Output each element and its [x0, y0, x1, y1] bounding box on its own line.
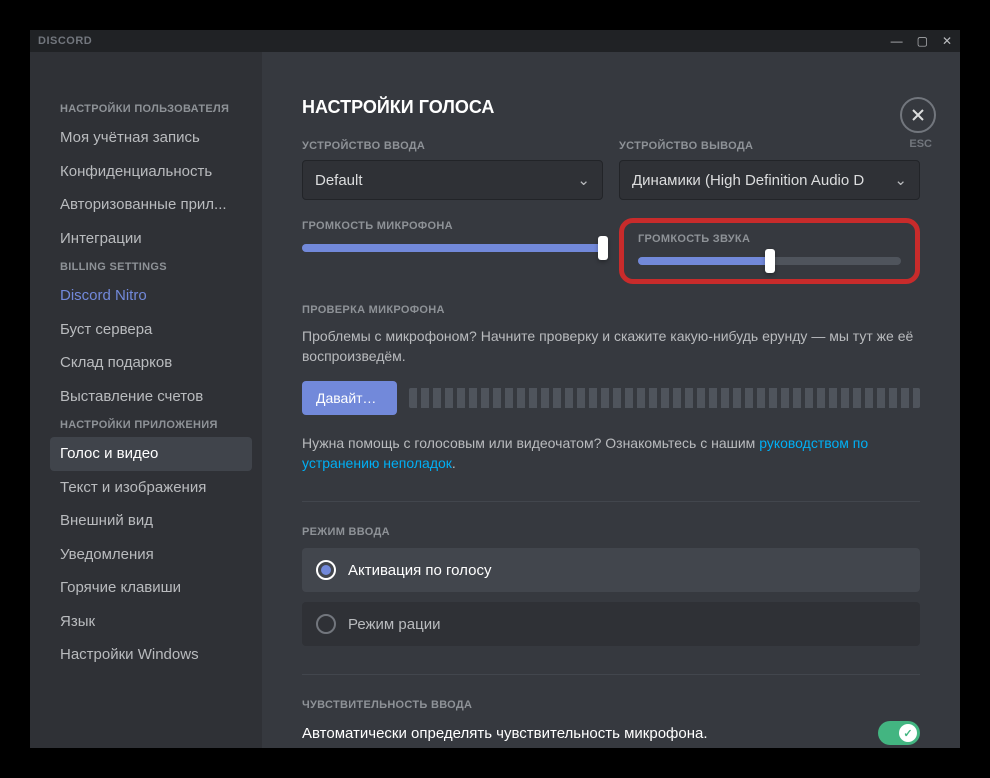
minimize-button[interactable]: — [891, 34, 903, 48]
auto-sensitivity-toggle[interactable]: ✓ [878, 721, 920, 745]
maximize-button[interactable]: ▢ [917, 34, 928, 48]
output-volume-highlight: ГРОМКОСТЬ ЗВУКА [619, 218, 920, 284]
input-device-select[interactable]: Default ⌄ [302, 160, 603, 200]
chevron-down-icon: ⌄ [577, 171, 590, 189]
voice-help-line: Нужна помощь с голосовым или видеочатом?… [302, 433, 920, 474]
output-device-select[interactable]: Динамики (High Definition Audio D ⌄ [619, 160, 920, 200]
divider [302, 501, 920, 502]
slider-thumb[interactable] [598, 236, 608, 260]
input-device-label: УСТРОЙСТВО ВВОДА [302, 140, 603, 152]
sidebar-item[interactable]: Уведомления [50, 538, 252, 572]
window-controls: — ▢ ✕ [891, 34, 952, 48]
settings-sidebar: НАСТРОЙКИ ПОЛЬЗОВАТЕЛЯМоя учётная запись… [30, 52, 262, 748]
sidebar-item[interactable]: Выставление счетов [50, 380, 252, 414]
output-volume-slider[interactable] [638, 257, 901, 265]
radio-label: Активация по голосу [348, 562, 491, 579]
output-volume-label: ГРОМКОСТЬ ЗВУКА [638, 233, 901, 245]
sidebar-item[interactable]: Горячие клавиши [50, 571, 252, 605]
slider-fill [302, 244, 603, 252]
sidebar-header: НАСТРОЙКИ ПРИЛОЖЕНИЯ [50, 413, 252, 437]
slider-thumb[interactable] [765, 249, 775, 273]
mic-volume-slider[interactable] [302, 244, 603, 252]
sidebar-item[interactable]: Конфиденциальность [50, 155, 252, 189]
sidebar-item[interactable]: Внешний вид [50, 504, 252, 538]
output-device-label: УСТРОЙСТВО ВЫВОДА [619, 140, 920, 152]
sidebar-item[interactable]: Интеграции [50, 222, 252, 256]
input-device-value: Default [315, 172, 363, 189]
chevron-down-icon: ⌄ [894, 171, 907, 189]
mic-test-button[interactable]: Давайте пр... [302, 381, 397, 415]
input-mode-ptt[interactable]: Режим рации [302, 602, 920, 646]
discord-window: DISCORD — ▢ ✕ НАСТРОЙКИ ПОЛЬЗОВАТЕЛЯМоя … [30, 30, 960, 748]
sidebar-item[interactable]: Язык [50, 605, 252, 639]
help-suffix: . [452, 455, 456, 471]
titlebar: DISCORD — ▢ ✕ [30, 30, 960, 52]
page-title: НАСТРОЙКИ ГОЛОСА [302, 97, 920, 118]
sidebar-header: НАСТРОЙКИ ПОЛЬЗОВАТЕЛЯ [50, 97, 252, 121]
sidebar-item[interactable]: Discord Nitro [50, 279, 252, 313]
sidebar-header: BILLING SETTINGS [50, 255, 252, 279]
input-mode-voice-activity[interactable]: Активация по голосу [302, 548, 920, 592]
divider [302, 674, 920, 675]
brand: DISCORD [38, 35, 92, 47]
mic-test-label: ПРОВЕРКА МИКРОФОНА [302, 304, 920, 316]
settings-content: ESC НАСТРОЙКИ ГОЛОСА УСТРОЙСТВО ВВОДА De… [262, 52, 960, 748]
radio-label: Режим рации [348, 616, 440, 633]
sensitivity-label: ЧУВСТВИТЕЛЬНОСТЬ ВВОДА [302, 699, 920, 711]
mic-test-help: Проблемы с микрофоном? Начните проверку … [302, 326, 920, 367]
close-label: ESC [909, 138, 932, 150]
auto-sensitivity-label: Автоматически определять чувствительност… [302, 725, 708, 742]
radio-icon [316, 560, 336, 580]
mic-volume-label: ГРОМКОСТЬ МИКРОФОНА [302, 220, 603, 232]
radio-icon [316, 614, 336, 634]
close-window-button[interactable]: ✕ [942, 34, 952, 48]
slider-fill [638, 257, 770, 265]
sidebar-item[interactable]: Буст сервера [50, 313, 252, 347]
check-icon: ✓ [899, 724, 917, 742]
help-prefix: Нужна помощь с голосовым или видеочатом?… [302, 435, 759, 451]
close-icon [910, 107, 926, 123]
sidebar-item[interactable]: Моя учётная запись [50, 121, 252, 155]
input-mode-label: РЕЖИМ ВВОДА [302, 526, 920, 538]
sidebar-item[interactable]: Склад подарков [50, 346, 252, 380]
close-settings-button[interactable] [900, 97, 936, 133]
output-device-value: Динамики (High Definition Audio D [632, 172, 864, 189]
sidebar-item[interactable]: Настройки Windows [50, 638, 252, 672]
mic-level-meter [409, 388, 920, 408]
sidebar-item[interactable]: Текст и изображения [50, 471, 252, 505]
sidebar-item[interactable]: Авторизованные прил... [50, 188, 252, 222]
sidebar-item[interactable]: Голос и видео [50, 437, 252, 471]
